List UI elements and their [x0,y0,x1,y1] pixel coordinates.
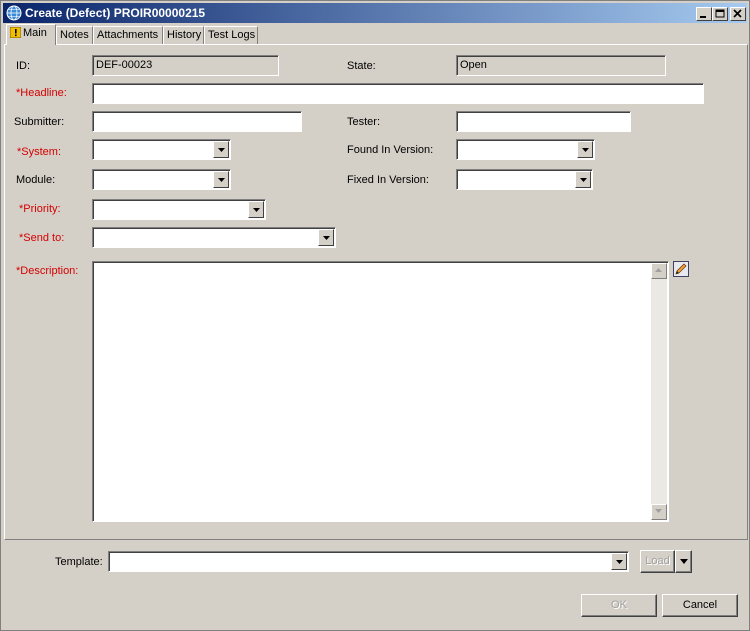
description-label: *Description: [16,265,79,277]
fixed-in-version-dropdown-button[interactable] [575,171,591,188]
arrow-up-icon [655,268,662,272]
scroll-down-button[interactable] [651,504,667,520]
headline-input[interactable] [92,83,704,104]
load-menu-button[interactable] [675,550,692,573]
system-label: *System: [17,146,62,158]
fixed-in-version-label: Fixed In Version: [347,174,429,186]
chevron-down-icon [218,178,225,182]
cancel-button[interactable]: Cancel [662,594,738,617]
state-field: Open [456,55,666,76]
scroll-up-button[interactable] [651,263,667,279]
system-combo[interactable] [92,139,231,160]
warning-icon [9,26,22,39]
send-to-label: *Send to: [19,232,65,244]
arrow-down-icon [655,509,662,513]
chevron-down-icon [253,208,260,212]
tab-main[interactable]: Main [6,24,56,45]
submitter-label: Submitter: [14,116,65,128]
priority-combo[interactable] [92,199,266,220]
maximize-button[interactable] [712,7,728,21]
globe-icon [6,5,22,21]
maximize-icon [715,9,725,18]
template-combo[interactable] [108,551,629,572]
tab-history-label: History [167,29,202,41]
system-dropdown-button[interactable] [213,141,229,158]
description-scrollbar[interactable] [651,263,667,520]
description-textarea[interactable] [92,261,669,522]
found-in-version-dropdown-button[interactable] [577,141,593,158]
fixed-in-version-combo[interactable] [456,169,593,190]
module-dropdown-button[interactable] [213,171,229,188]
template-label: Template: [55,556,103,568]
found-in-version-combo[interactable] [456,139,595,160]
priority-label: *Priority: [19,203,61,215]
id-field: DEF-00023 [92,55,279,76]
found-in-version-label: Found In Version: [347,144,434,156]
ok-button[interactable]: OK [581,594,657,617]
edit-pencil-icon[interactable] [673,261,689,277]
close-button[interactable] [730,7,746,21]
headline-label: *Headline: [16,87,67,99]
state-label: State: [347,60,376,72]
tab-attachments[interactable]: Attachments [93,26,163,44]
tester-label: Tester: [347,116,381,128]
chevron-down-icon [616,560,623,564]
id-label: ID: [16,60,31,72]
submitter-input[interactable] [92,111,302,132]
chevron-down-icon [580,178,587,182]
chevron-down-icon [679,559,688,564]
minimize-icon [700,16,706,18]
module-label: Module: [16,174,56,186]
create-defect-dialog: Create (Defect) PROIR00000215 Main Notes… [0,0,750,631]
tab-notes-label: Notes [60,29,89,41]
tab-attachments-label: Attachments [97,29,159,41]
title-bar[interactable]: Create (Defect) PROIR00000215 [3,3,747,23]
send-to-combo[interactable] [92,227,336,248]
tab-notes[interactable]: Notes [56,26,93,44]
close-icon [733,9,742,18]
tester-input[interactable] [456,111,631,132]
load-button[interactable]: Load [640,550,675,573]
chevron-down-icon [218,148,225,152]
tab-main-label: Main [23,27,47,39]
template-dropdown-button[interactable] [611,553,627,570]
chevron-down-icon [582,148,589,152]
minimize-button[interactable] [696,7,712,21]
priority-dropdown-button[interactable] [248,201,264,218]
tab-history[interactable]: History [163,26,204,44]
module-combo[interactable] [92,169,231,190]
window-title: Create (Defect) PROIR00000215 [25,6,206,20]
tab-test-logs[interactable]: Test Logs [204,26,258,44]
send-to-dropdown-button[interactable] [318,229,334,246]
tab-test-logs-label: Test Logs [208,29,256,41]
chevron-down-icon [323,236,330,240]
